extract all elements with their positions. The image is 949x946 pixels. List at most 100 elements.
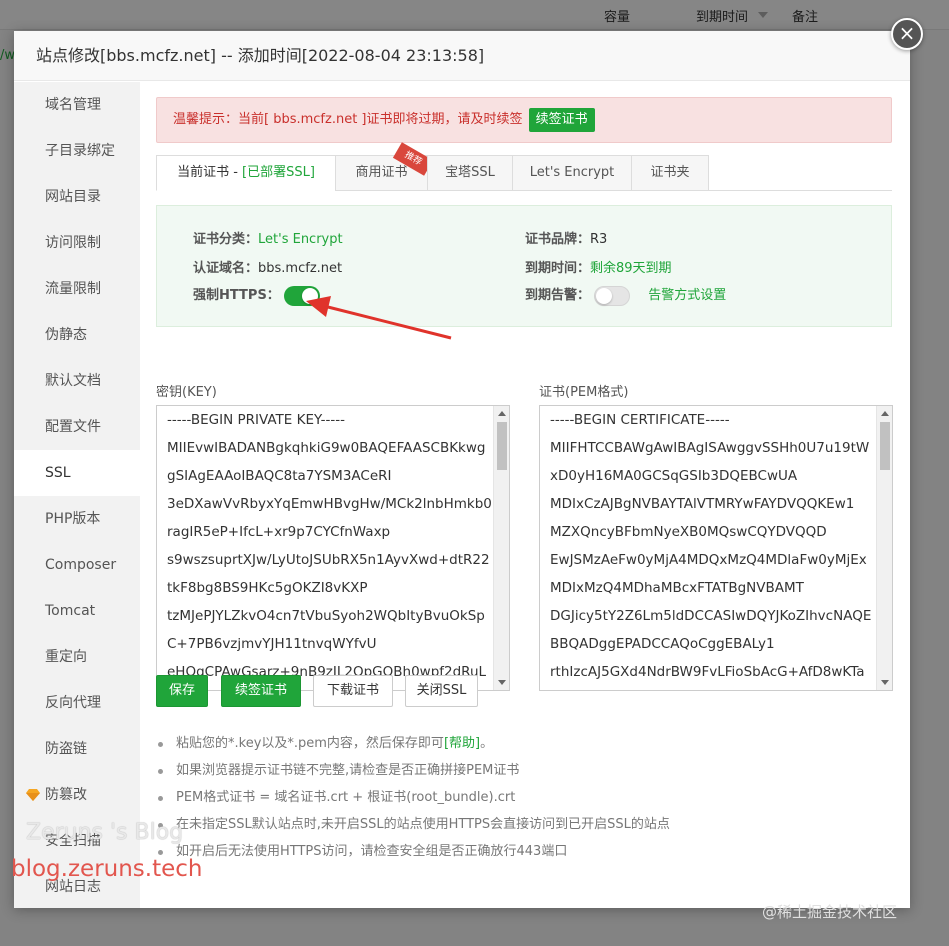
text-line: rthIzcAJ5GXd4NdrBW9FvLFioSbAcG+AfD8wKTa — [550, 664, 865, 680]
disable-ssl-button[interactable]: 关闭SSL — [405, 675, 478, 707]
tab-label: 商用证书 — [355, 165, 408, 180]
key-text-lines: -----BEGIN PRIVATE KEY----- MIIEvwIBADANB… — [157, 406, 509, 690]
juejin-watermark: @稀土掘金技术社区 — [762, 903, 898, 921]
scroll-down-icon[interactable] — [498, 680, 506, 685]
close-dialog-button[interactable]: × — [891, 18, 923, 50]
alert-settings-link[interactable]: 告警方式设置 — [648, 288, 726, 303]
help-link[interactable]: [帮助] — [444, 736, 480, 751]
scroll-thumb[interactable] — [880, 422, 890, 470]
notice-renew-button[interactable]: 续签证书 — [528, 108, 595, 132]
scroll-down-icon[interactable] — [881, 680, 889, 685]
sidebar-item-traffic-limit[interactable]: 流量限制 — [14, 266, 140, 312]
cert-expiry-label: 到期时间： — [525, 261, 591, 276]
sidebar-item-php-version[interactable]: PHP版本 — [14, 496, 140, 542]
sidebar-item-subdir[interactable]: 子目录绑定 — [14, 128, 140, 174]
tab-label: 当前证书 - — [177, 165, 243, 180]
text-line: MIIFHTCCBAWgAwIBAgISAwggvSSHh0U7u19tW — [550, 440, 870, 456]
tips-list: 粘贴您的*.key以及*.pem内容，然后保存即可[帮助]。 如果浏览器提示证书… — [156, 730, 892, 865]
tip-text-end: 。 — [480, 736, 494, 751]
tip-item: PEM格式证书 = 域名证书.crt + 根证书(root_bundle).cr… — [156, 784, 892, 811]
key-scrollbar[interactable] — [493, 406, 509, 690]
text-line: MZXQncyBFbmNyeXB0MQswCQYDVQQD — [550, 524, 827, 540]
cert-scrollbar[interactable] — [876, 406, 892, 690]
renew-cert-button[interactable]: 续签证书 — [221, 675, 301, 707]
tab-bt-ssl[interactable]: 宝塔SSL — [427, 155, 513, 191]
blog-name-watermark: Zeruns 's Blog — [26, 820, 184, 845]
scroll-thumb[interactable] — [497, 422, 507, 470]
text-line: gSIAgEAAoIBAQC8ta7YSM3ACeRI — [167, 468, 392, 484]
scroll-up-icon[interactable] — [498, 411, 506, 416]
cert-expiry-value: 剩余89天到期 — [590, 261, 672, 276]
sidebar-item-tomcat[interactable]: Tomcat — [14, 588, 140, 634]
text-line: DGJicy5tY2Z6Lm5ldDCCASIwDQYJKoZIhvcNAQE — [550, 608, 872, 624]
text-line: 3eDXawVvRbyxYqEmwHBvgHw/MCk2lnbHmkb0 — [167, 496, 492, 512]
cert-textarea[interactable]: -----BEGIN CERTIFICATE----- MIIFHTCCBAWgA… — [539, 405, 893, 691]
expiry-notice: 温馨提示：当前[ bbs.mcfz.net ]证书即将过期，请及时续签 续签证书 — [156, 97, 892, 143]
toggle-knob — [301, 287, 318, 304]
tip-item: 如开启后无法使用HTTPS访问，请检查安全组是否正确放行443端口 — [156, 838, 892, 865]
blog-url-watermark: blog.zeruns.tech — [11, 856, 203, 882]
dialog-sidebar: 域名管理 子目录绑定 网站目录 访问限制 流量限制 伪静态 默认文档 配置文件 … — [14, 82, 140, 908]
download-cert-button[interactable]: 下载证书 — [313, 675, 393, 707]
ssl-tabs: 当前证书 - [已部署SSL] 商用证书 推荐 宝塔SSL Let's Encr… — [156, 142, 892, 191]
scroll-up-icon[interactable] — [881, 411, 889, 416]
site-edit-dialog: 站点修改[bbs.mcfz.net] -- 添加时间[2022-08-04 23… — [14, 31, 910, 908]
force-https-label: 强制HTTPS： — [193, 288, 280, 303]
expiry-alert-toggle[interactable] — [594, 285, 631, 306]
cert-domain-value: bbs.mcfz.net — [258, 261, 343, 276]
sidebar-item-redirect[interactable]: 重定向 — [14, 634, 140, 680]
cert-label: 证书(PEM格式) — [539, 385, 629, 400]
text-line: tzMJePJYLZkvO4cn7tVbuSyoh2WQbItyBvuOkSp — [167, 608, 485, 624]
key-label: 密钥(KEY) — [156, 385, 217, 400]
sidebar-item-site-dir[interactable]: 网站目录 — [14, 174, 140, 220]
cert-brand-value: R3 — [590, 232, 608, 247]
force-https-toggle[interactable] — [283, 285, 320, 306]
sidebar-item-tamper-proof[interactable]: 防篡改 — [14, 772, 140, 818]
tab-cert-folder[interactable]: 证书夹 — [631, 155, 709, 191]
save-button[interactable]: 保存 — [156, 675, 208, 707]
toggle-knob — [596, 287, 613, 304]
sidebar-item-label: 防篡改 — [45, 787, 87, 803]
tab-commercial-cert[interactable]: 商用证书 推荐 — [335, 142, 434, 191]
tab-status: [已部署SSL] — [242, 165, 315, 180]
sidebar-item-hotlink[interactable]: 防盗链 — [14, 726, 140, 772]
sidebar-item-access-limit[interactable]: 访问限制 — [14, 220, 140, 266]
cert-category-label: 证书分类： — [193, 232, 259, 247]
tip-item: 粘贴您的*.key以及*.pem内容，然后保存即可[帮助]。 — [156, 730, 892, 757]
tip-item: 在未指定SSL默认站点时,未开启SSL的站点使用HTTPS会直接访问到已开启SS… — [156, 811, 892, 838]
gem-icon — [26, 789, 40, 801]
text-line: MDIxCzAJBgNVBAYTAlVTMRYwFAYDVQQKEw1 — [550, 496, 855, 512]
sidebar-item-rewrite[interactable]: 伪静态 — [14, 312, 140, 358]
text-line: -----BEGIN CERTIFICATE----- — [550, 412, 730, 428]
text-line: s9wszsuprtXJw/LyUtoJSUbRX5n1AyvXwd+dtR22 — [167, 552, 490, 568]
text-line: -----BEGIN PRIVATE KEY----- — [167, 412, 346, 428]
sidebar-item-reverse-proxy[interactable]: 反向代理 — [14, 680, 140, 726]
text-line: tkF8bg8BS9HKc5gOKZI8vKXP — [167, 580, 368, 596]
tip-text: 粘贴您的*.key以及*.pem内容，然后保存即可 — [176, 736, 444, 751]
cert-info-box: 证书分类：Let's Encrypt 证书品牌：R3 认证域名：bbs.mcfz… — [156, 205, 892, 327]
text-line: xD0yH16MA0GCSqGSIb3DQEBCwUA — [550, 468, 798, 484]
tab-current-cert[interactable]: 当前证书 - [已部署SSL] — [156, 155, 336, 191]
key-textarea[interactable]: -----BEGIN PRIVATE KEY----- MIIEvwIBADANB… — [156, 405, 510, 691]
text-line: EwJSMzAeFw0yMjA4MDQxMzQ4MDlaFw0yMjEx — [550, 552, 867, 568]
sidebar-item-default-doc[interactable]: 默认文档 — [14, 358, 140, 404]
text-line: BBQADggEPADCCAQoCggEBALy1 — [550, 636, 775, 652]
sidebar-item-composer[interactable]: Composer — [14, 542, 140, 588]
cert-brand-label: 证书品牌： — [525, 232, 591, 247]
ssl-panel: 温馨提示：当前[ bbs.mcfz.net ]证书即将过期，请及时续签 续签证书… — [156, 97, 893, 859]
text-line: ragIR5eP+IfcL+xr9p7CYCfnWaxp — [167, 524, 391, 540]
dialog-title: 站点修改[bbs.mcfz.net] -- 添加时间[2022-08-04 23… — [14, 31, 910, 81]
text-line: MDIxMzQ4MDhaMBcxFTATBgNVBAMT — [550, 580, 804, 596]
sidebar-item-config-file[interactable]: 配置文件 — [14, 404, 140, 450]
text-line: MIIEvwIBADANBgkqhkiG9w0BAQEFAASCBKkwg — [167, 440, 486, 456]
notice-text: 温馨提示：当前[ bbs.mcfz.net ]证书即将过期，请及时续签 — [173, 112, 523, 127]
tip-item: 如果浏览器提示证书链不完整,请检查是否正确拼接PEM证书 — [156, 757, 892, 784]
cert-text-lines: -----BEGIN CERTIFICATE----- MIIFHTCCBAWgA… — [540, 406, 892, 690]
tab-lets-encrypt[interactable]: Let's Encrypt — [512, 155, 632, 191]
cert-domain-label: 认证域名： — [193, 261, 259, 276]
sidebar-item-domain[interactable]: 域名管理 — [14, 82, 140, 128]
cert-category-value: Let's Encrypt — [258, 232, 343, 247]
sidebar-item-ssl[interactable]: SSL — [14, 450, 140, 496]
expiry-alert-label: 到期告警： — [525, 288, 591, 303]
text-line: C+7PB6vzjmvYJH11tnvqWYfvU — [167, 636, 377, 652]
